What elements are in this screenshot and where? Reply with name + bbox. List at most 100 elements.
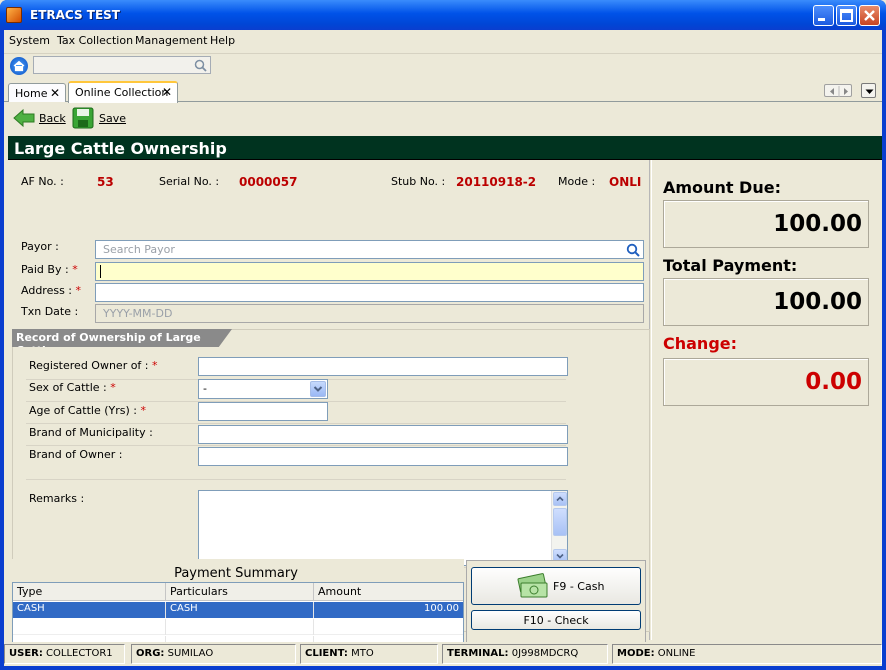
save-icon [72, 107, 94, 129]
af-no-label: AF No. : [21, 175, 64, 188]
amount-due-value: 100.00 [773, 211, 862, 237]
empty-cell [166, 619, 314, 635]
registered-owner-label: Registered Owner of : * [29, 359, 158, 372]
totals-pane: Amount Due: 100.00 Total Payment: 100.00… [651, 160, 882, 640]
home-icon[interactable] [10, 57, 28, 75]
total-payment-value: 100.00 [773, 289, 862, 315]
form-title: Large Cattle Ownership [14, 139, 227, 158]
payor-label: Payor : [21, 240, 59, 253]
divider [26, 445, 566, 446]
age-of-cattle-input[interactable] [198, 402, 328, 421]
total-payment-box: 100.00 [663, 278, 869, 326]
serial-no-value: 0000057 [239, 175, 298, 189]
cell-amount: 100.00 [424, 603, 459, 614]
brand-municipality-label: Brand of Municipality : [29, 426, 153, 439]
status-client: CLIENT: MTO [300, 644, 438, 664]
status-user: USER: COLLECTOR1 [4, 644, 125, 664]
payment-summary-title: Payment Summary [174, 566, 298, 581]
text-cursor [100, 265, 101, 278]
cell-type: CASH [13, 602, 166, 618]
scroll-up-icon[interactable] [553, 492, 567, 506]
tab-label: Online Collection [75, 86, 169, 99]
menu-management[interactable]: Management [135, 34, 207, 47]
check-button-label: F10 - Check [523, 614, 589, 627]
address-input[interactable] [95, 283, 644, 302]
change-box: 0.00 [663, 358, 869, 406]
payor-placeholder: Search Payor [103, 243, 175, 256]
cash-icon [517, 573, 548, 598]
menu-system[interactable]: System [9, 34, 50, 47]
address-label: Address : * [21, 284, 82, 297]
status-bar: USER: COLLECTOR1 ORG: SUMILAO CLIENT: MT… [4, 642, 882, 666]
action-bar: Back Save [4, 103, 882, 136]
tab-list-dropdown-icon[interactable] [861, 83, 876, 98]
divider [26, 423, 566, 424]
tab-online-collection[interactable]: Online Collection ✕ [68, 81, 178, 103]
sex-of-cattle-select[interactable]: - [198, 379, 328, 399]
menu-help[interactable]: Help [210, 34, 235, 47]
table-row[interactable]: CASH CASH 100.00 [13, 602, 463, 618]
collection-page: Back Save Large Cattle Ownership AF No. … [4, 103, 882, 666]
serial-no-label: Serial No. : [159, 175, 220, 188]
status-client-value: MTO [351, 648, 374, 659]
txn-date-placeholder: YYYY-MM-DD [103, 307, 173, 320]
maximize-button[interactable] [836, 5, 857, 26]
divider [26, 479, 566, 480]
empty-row [13, 619, 463, 635]
menu-bar: System Tax Collection Management Help [4, 30, 882, 51]
stub-no-label: Stub No. : [391, 175, 446, 188]
chevron-down-icon[interactable] [310, 381, 326, 397]
column-header-particulars[interactable]: Particulars [166, 583, 314, 601]
status-terminal-value: 0J998MDCRQ [511, 648, 579, 659]
age-of-cattle-label: Age of Cattle (Yrs) : * [29, 404, 146, 417]
minimize-button[interactable] [813, 5, 834, 26]
status-org-value: SUMILAO [167, 648, 214, 659]
payor-search-input[interactable]: Search Payor [95, 240, 644, 259]
close-tab-icon[interactable]: ✕ [50, 86, 60, 100]
amount-due-label: Amount Due: [663, 178, 781, 197]
global-search-input[interactable] [33, 56, 211, 74]
menu-tax-collection[interactable]: Tax Collection [57, 34, 133, 47]
save-label: Save [99, 112, 127, 125]
total-payment-label: Total Payment: [663, 256, 798, 275]
paid-by-label: Paid By : * [21, 263, 78, 276]
section-header: Record of Ownership of Large Cattle [12, 329, 232, 347]
column-header-type[interactable]: Type [13, 583, 166, 601]
tab-scroll-buttons[interactable] [824, 84, 852, 97]
search-icon[interactable] [626, 243, 640, 257]
check-payment-button[interactable]: F10 - Check [471, 610, 641, 630]
change-value: 0.00 [805, 369, 862, 395]
brand-owner-label: Brand of Owner : [29, 448, 123, 461]
close-button[interactable] [859, 5, 880, 26]
status-user-value: COLLECTOR1 [46, 648, 113, 659]
app-icon [6, 7, 22, 23]
mode-label: Mode : [558, 175, 596, 188]
paid-by-input[interactable] [95, 262, 644, 281]
brand-owner-input[interactable] [198, 447, 568, 466]
back-arrow-icon [13, 108, 35, 128]
form-heading-bar: Large Cattle Ownership [8, 136, 882, 160]
brand-municipality-input[interactable] [198, 425, 568, 444]
close-tab-icon[interactable]: ✕ [162, 85, 172, 99]
top-toolbar [4, 53, 882, 77]
client-area: System Tax Collection Management Help Ho… [4, 30, 882, 666]
status-terminal: TERMINAL: 0J998MDCRQ [442, 644, 608, 664]
txn-date-input[interactable]: YYYY-MM-DD [95, 304, 644, 323]
scroll-thumb[interactable] [553, 508, 567, 536]
status-mode-value: ONLINE [657, 648, 696, 659]
app-window: ETRACS TEST System Tax Collection Manage… [0, 0, 886, 670]
tab-home[interactable]: Home ✕ [8, 83, 66, 102]
sex-of-cattle-value: - [203, 382, 207, 395]
tab-strip: Home ✕ Online Collection ✕ [4, 80, 882, 103]
tab-label: Home [15, 87, 48, 100]
remarks-scrollbar[interactable] [551, 491, 567, 565]
registered-owner-input[interactable] [198, 357, 568, 376]
search-icon [194, 59, 207, 72]
cash-payment-button[interactable]: F9 - Cash [471, 567, 641, 605]
txn-date-label: Txn Date : [21, 305, 79, 318]
status-mode: MODE: ONLINE [612, 644, 882, 664]
column-header-amount[interactable]: Amount [314, 583, 463, 601]
title-bar[interactable]: ETRACS TEST [0, 0, 886, 30]
status-org: ORG: SUMILAO [131, 644, 296, 664]
remarks-textarea[interactable] [198, 490, 568, 566]
